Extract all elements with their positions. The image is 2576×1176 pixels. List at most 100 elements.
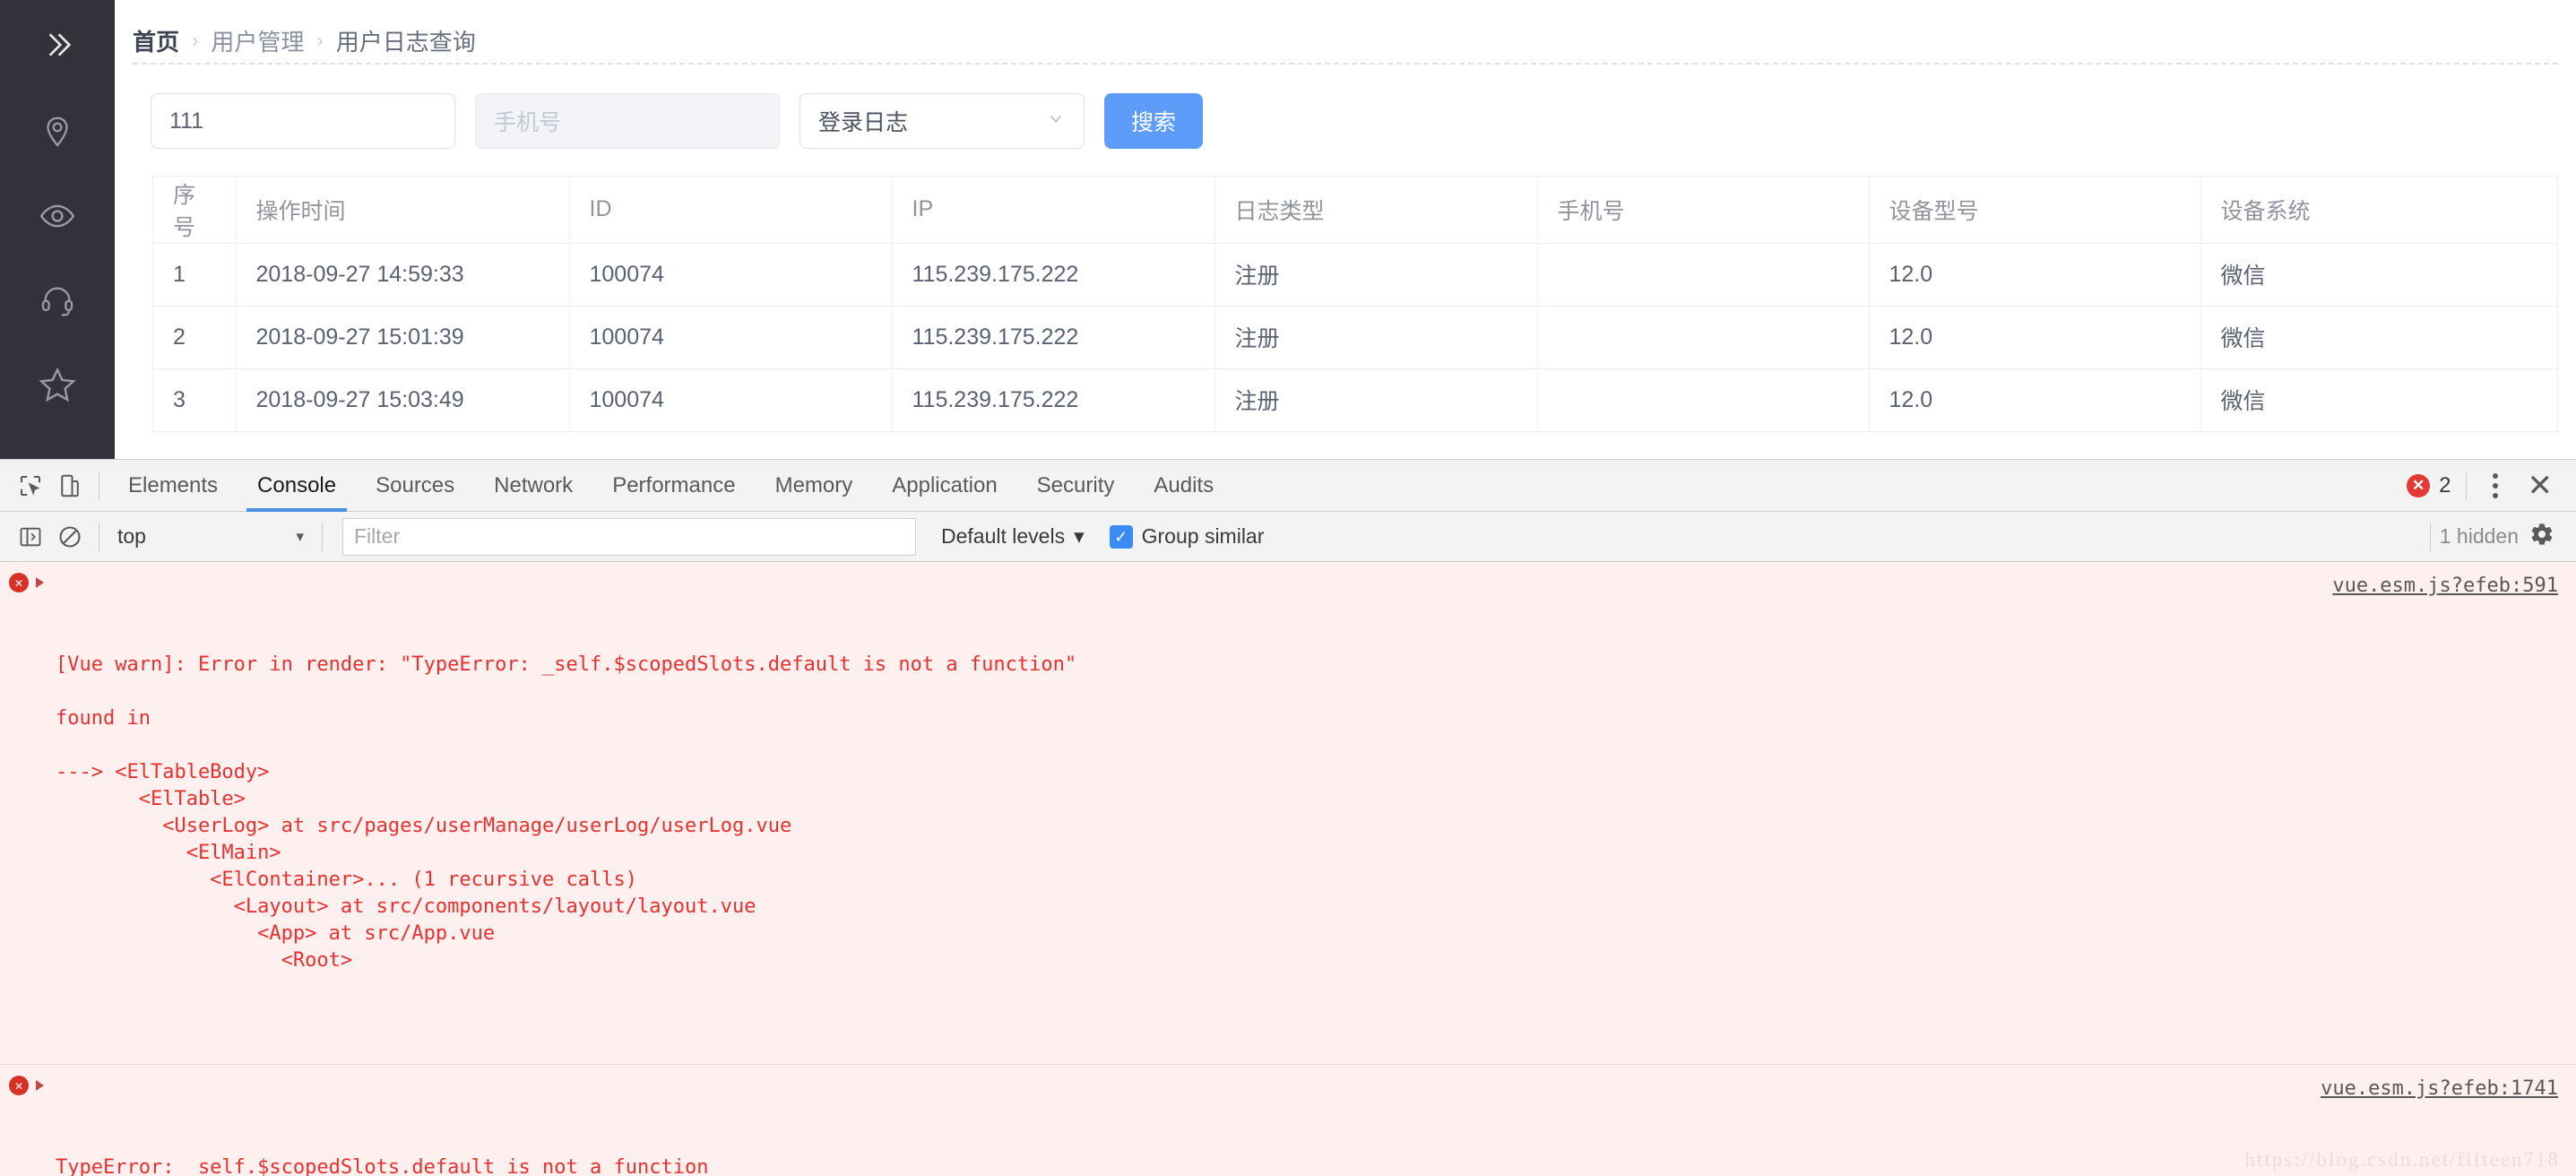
console-filter-bar: top ▾ Filter Default levels ▾ ✓ Group si…: [0, 512, 2576, 562]
message-gutter: ✕: [9, 573, 44, 592]
tab-sources[interactable]: Sources: [356, 460, 474, 512]
table-row[interactable]: 2 2018-09-27 15:01:39 100074 115.239.175…: [153, 306, 2557, 369]
tab-network[interactable]: Network: [474, 460, 592, 512]
main-content: 首页 › 用户管理 › 用户日志查询 111 手机号 登录日志 搜索 序号 操作…: [115, 0, 2576, 459]
cell-logtype: 注册: [1215, 368, 1538, 432]
clear-console-icon[interactable]: [50, 517, 90, 557]
headset-icon: [39, 282, 75, 318]
location-pin-icon: [39, 114, 75, 150]
cell-phone: [1537, 368, 1870, 432]
tab-console[interactable]: Console: [238, 460, 356, 512]
left-sidebar: [0, 0, 115, 459]
chevron-down-icon: [1046, 108, 1066, 134]
checkbox-checked-icon: ✓: [1109, 524, 1133, 549]
cell-index: 1: [153, 243, 237, 307]
phone-input[interactable]: 手机号: [475, 93, 780, 149]
console-sidebar-toggle-icon[interactable]: [11, 517, 50, 557]
column-header-index[interactable]: 序号: [153, 177, 237, 244]
star-icon: [39, 366, 76, 403]
log-table: 序号 操作时间 ID IP 日志类型 手机号 设备型号 设备系统 1 2018-…: [153, 177, 2557, 432]
source-link-vue-warn[interactable]: vue.esm.js?efeb:591: [2332, 573, 2558, 600]
device-toolbar-icon[interactable]: [50, 466, 90, 506]
application-viewport: 首页 › 用户管理 › 用户日志查询 111 手机号 登录日志 搜索 序号 操作…: [0, 0, 2576, 459]
cell-device: 12.0: [1869, 243, 2201, 307]
tab-audits[interactable]: Audits: [1134, 460, 1233, 512]
execution-context-value: top: [117, 524, 146, 548]
table-header-row: 序号 操作时间 ID IP 日志类型 手机号 设备型号 设备系统: [153, 177, 2557, 244]
cell-logtype: 注册: [1215, 243, 1538, 307]
error-circle-icon: ✕: [9, 573, 29, 592]
column-header-logtype[interactable]: 日志类型: [1215, 177, 1538, 244]
hidden-messages-label[interactable]: 1 hidden: [2440, 524, 2519, 549]
breadcrumb-item-home[interactable]: 首页: [133, 24, 179, 57]
sidebar-item-support[interactable]: [0, 258, 115, 342]
group-similar-toggle[interactable]: ✓ Group similar: [1109, 524, 1265, 549]
table-row[interactable]: 1 2018-09-27 14:59:33 100074 115.239.175…: [153, 243, 2557, 307]
error-count-label: 2: [2439, 472, 2451, 497]
log-levels-select[interactable]: Default levels ▾: [941, 524, 1085, 549]
console-filter-input[interactable]: Filter: [342, 517, 916, 556]
error-count-badge[interactable]: ✕ 2: [2407, 473, 2456, 498]
cell-index: 3: [153, 368, 237, 432]
search-toolbar: 111 手机号 登录日志 搜索: [115, 65, 2576, 149]
cell-ip: 115.239.175.222: [892, 243, 1215, 307]
sidebar-item-location[interactable]: [0, 90, 115, 174]
breadcrumb: 首页 › 用户管理 › 用户日志查询: [115, 0, 2576, 56]
error-circle-icon: ✕: [2407, 473, 2431, 497]
cell-time: 2018-09-27 14:59:33: [236, 243, 570, 307]
column-header-time[interactable]: 操作时间: [236, 177, 570, 244]
column-header-ip[interactable]: IP: [892, 177, 1215, 244]
cell-time: 2018-09-27 15:01:39: [236, 306, 570, 369]
column-header-os[interactable]: 设备系统: [2200, 177, 2557, 244]
table-row[interactable]: 3 2018-09-27 15:03:49 100074 115.239.175…: [153, 368, 2557, 432]
cell-os: 微信: [2200, 368, 2557, 432]
tab-memory[interactable]: Memory: [756, 460, 873, 512]
watermark-text: https://blog.csdn.net/fifteen718: [2244, 1148, 2560, 1171]
sidebar-item-favorites[interactable]: [0, 342, 115, 427]
filterbar-divider: [322, 522, 323, 551]
message-text-typeerror: TypeError: _self.$scopedSlots.default is…: [56, 1156, 709, 1176]
group-similar-label: Group similar: [1141, 524, 1265, 548]
expand-triangle-icon[interactable]: [36, 577, 44, 588]
log-type-select-value: 登录日志: [818, 110, 909, 135]
tab-application[interactable]: Application: [872, 460, 1016, 512]
sidebar-item-monitor[interactable]: [0, 174, 115, 258]
cell-ip: 115.239.175.222: [892, 368, 1215, 432]
cell-os: 微信: [2200, 306, 2557, 369]
keyword-input[interactable]: 111: [151, 93, 455, 149]
search-button[interactable]: 搜索: [1104, 93, 1204, 149]
console-error-typeerror[interactable]: ✕ TypeError: _self.$scopedSlots.default …: [0, 1065, 2576, 1176]
source-link-typeerror[interactable]: vue.esm.js?efeb:1741: [2321, 1076, 2558, 1102]
cell-id: 100074: [569, 368, 893, 432]
tab-elements[interactable]: Elements: [108, 460, 238, 512]
cell-id: 100074: [569, 306, 893, 369]
error-circle-icon: ✕: [9, 1076, 29, 1095]
collapse-toggle[interactable]: [0, 0, 115, 90]
column-header-id[interactable]: ID: [569, 177, 893, 244]
tab-security[interactable]: Security: [1017, 460, 1135, 512]
inspect-element-icon[interactable]: [11, 466, 50, 506]
cell-index: 2: [153, 306, 237, 369]
more-options-icon[interactable]: [2476, 472, 2515, 498]
settings-gear-icon[interactable]: [2519, 522, 2565, 551]
console-messages[interactable]: ✕ [Vue warn]: Error in render: "TypeErro…: [0, 562, 2576, 1176]
expand-triangle-icon[interactable]: [36, 1080, 44, 1091]
console-error-vue-warn[interactable]: ✕ [Vue warn]: Error in render: "TypeErro…: [0, 562, 2576, 1065]
message-gutter: ✕: [9, 1076, 44, 1095]
column-header-phone[interactable]: 手机号: [1537, 177, 1870, 244]
column-header-device[interactable]: 设备型号: [1869, 177, 2201, 244]
execution-context-select[interactable]: top ▾: [108, 519, 313, 555]
cell-logtype: 注册: [1215, 306, 1538, 369]
log-levels-label: Default levels: [941, 524, 1066, 548]
tab-performance[interactable]: Performance: [592, 460, 755, 512]
screen-root: 首页 › 用户管理 › 用户日志查询 111 手机号 登录日志 搜索 序号 操作…: [0, 0, 2576, 1176]
cell-device: 12.0: [1869, 368, 2201, 432]
cell-id: 100074: [569, 243, 893, 307]
toolbar-divider: [2465, 471, 2467, 500]
devtools-panel: Elements Console Sources Network Perform…: [0, 459, 2576, 1176]
log-type-select[interactable]: 登录日志: [800, 93, 1085, 149]
close-icon[interactable]: ✕: [2515, 471, 2566, 501]
filterbar-divider: [2429, 522, 2431, 551]
breadcrumb-item-user-manage[interactable]: 用户管理: [211, 24, 304, 57]
cell-device: 12.0: [1869, 306, 2201, 369]
